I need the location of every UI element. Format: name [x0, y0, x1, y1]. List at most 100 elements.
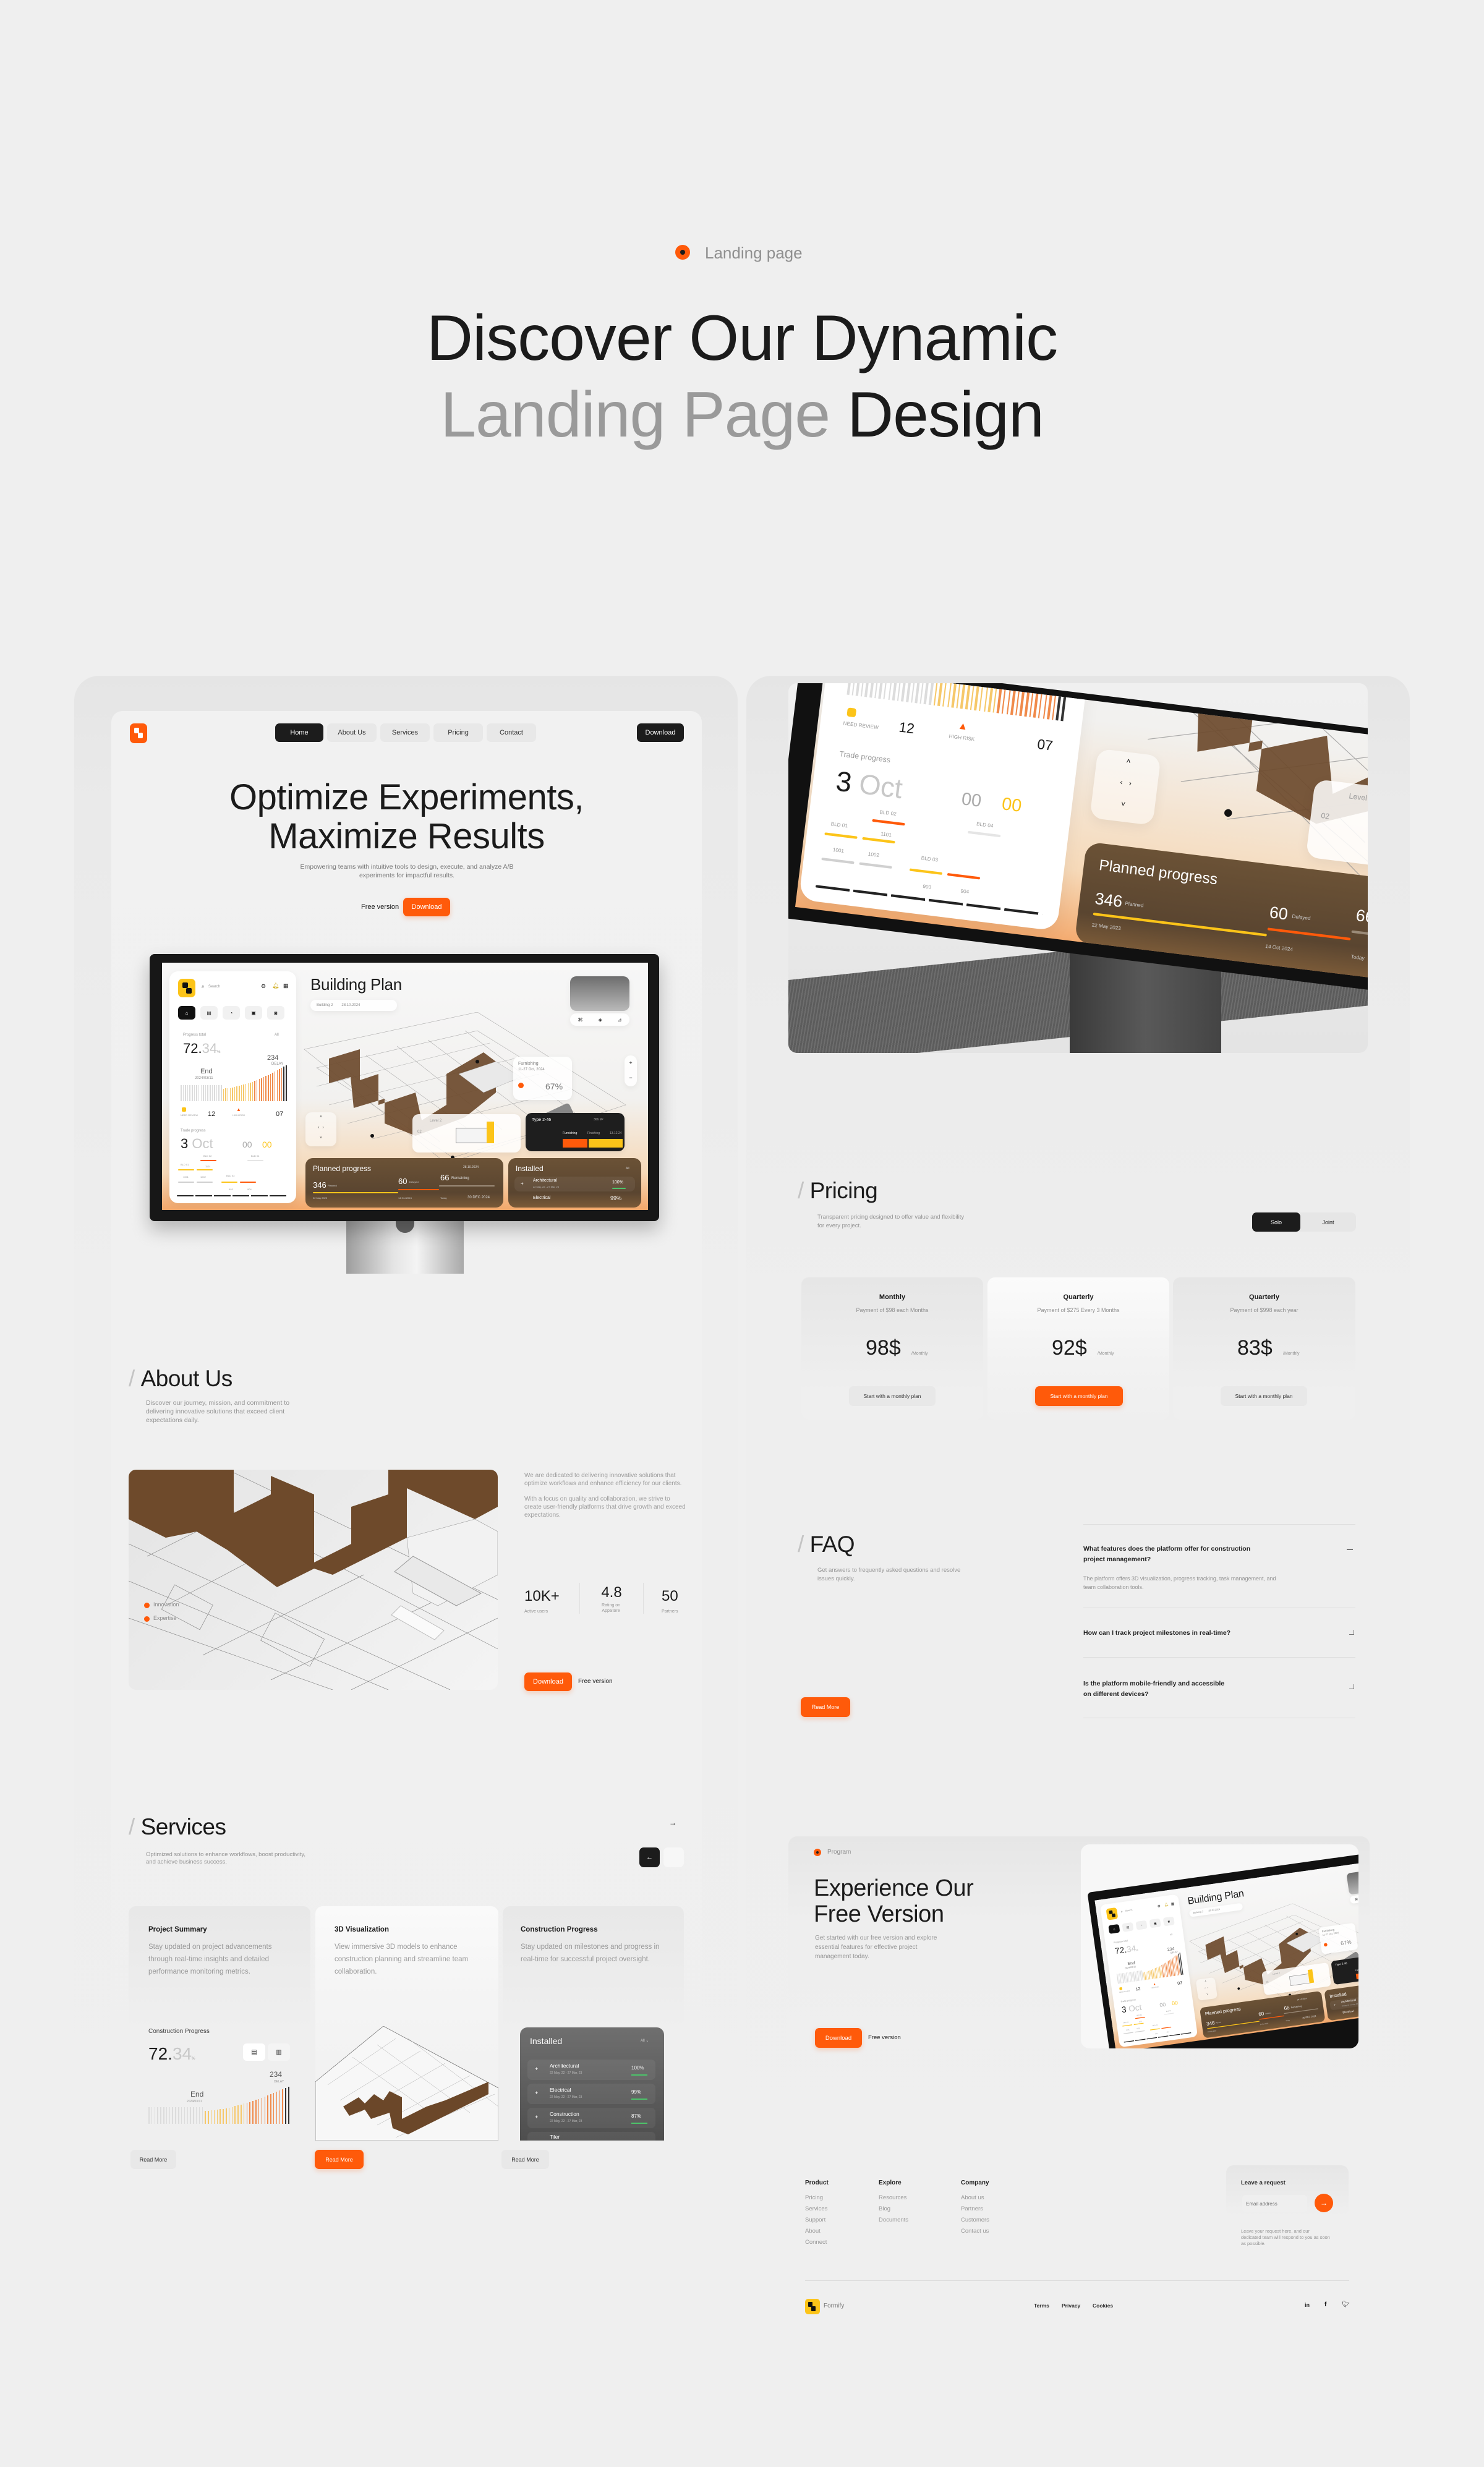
expand-icon[interactable]	[1349, 1630, 1354, 1635]
nav-about[interactable]: About Us	[327, 723, 377, 742]
settings-icon[interactable]: ⚙	[1157, 1904, 1161, 1908]
nav-contact[interactable]: Contact	[487, 723, 536, 742]
footer-link[interactable]: Services	[805, 2204, 879, 2215]
footer-link[interactable]: Connect	[805, 2237, 879, 2248]
level-card[interactable]: Level 2 02	[412, 1114, 521, 1153]
terms-link[interactable]: Terms	[1034, 2303, 1049, 2309]
date-chip[interactable]: 28.10.2024	[341, 1003, 360, 1007]
plan-card[interactable]: Quarterly Payment of $998 each year 83$ …	[1173, 1277, 1355, 1420]
panorama-thumbnail[interactable]	[570, 976, 629, 1011]
search-icon[interactable]: ⌕	[1121, 1910, 1124, 1914]
bell-icon[interactable]: 🔔︎	[1164, 1902, 1169, 1907]
building-chip[interactable]: Building 2	[317, 1003, 333, 1007]
search-icon[interactable]: ⌕	[202, 984, 204, 990]
pan-control[interactable]: ˄ ‹ › ˅	[1090, 748, 1161, 825]
footer-link[interactable]: Customers	[961, 2215, 1035, 2226]
read-more-button[interactable]: Read More	[315, 2150, 364, 2169]
bell-icon[interactable]: 🔔︎	[272, 982, 279, 989]
footer-link[interactable]: About us	[961, 2192, 1035, 2204]
installed-row[interactable]: + Architectural 22 May, 22 - 27 Mar, 23 …	[527, 2060, 655, 2080]
check-tab-icon[interactable]: ◙	[267, 1006, 284, 1020]
installed-card[interactable]: Installed All ⌄ + Architectural 22 May, …	[520, 2027, 664, 2141]
bar-chart-icon[interactable]: ▥	[268, 2043, 290, 2061]
measure-icon[interactable]: ⊿	[618, 1017, 622, 1023]
footer-link[interactable]: Resources	[879, 2192, 961, 2204]
submit-arrow-button[interactable]: →	[1315, 2194, 1333, 2212]
vr-icon[interactable]: ⌘	[578, 1017, 583, 1023]
plan-cta-button[interactable]: Start with a monthly plan	[849, 1386, 936, 1406]
chart-tab-icon[interactable]: ◔	[223, 1006, 240, 1020]
pan-control[interactable]: ˄ ‹ › ˅	[1195, 1977, 1218, 2001]
cta-download-button[interactable]: Download	[815, 2028, 862, 2048]
hero-free-version-link[interactable]: Free version	[361, 903, 399, 911]
footer-link[interactable]: Documents	[879, 2215, 961, 2226]
plan-cta-button[interactable]: Start with a monthly plan	[1035, 1386, 1123, 1406]
plan-cta-button[interactable]: Start with a monthly plan	[1221, 1386, 1307, 1406]
calendar-tab-icon[interactable]: ▤	[1122, 1922, 1134, 1932]
expand-icon[interactable]	[1349, 1684, 1354, 1689]
plan-card[interactable]: Monthly Payment of $98 each Months 98$ /…	[801, 1277, 983, 1420]
nav-home[interactable]: Home	[275, 723, 323, 742]
linkedin-icon[interactable]: in	[1305, 2302, 1310, 2308]
nav-download-button[interactable]: Download	[637, 723, 684, 742]
installed-row[interactable]: Tiler	[527, 2132, 655, 2141]
toggle-solo[interactable]: Solo	[1252, 1212, 1300, 1232]
footer-link[interactable]: Contact us	[961, 2226, 1035, 2237]
collapse-icon[interactable]	[1347, 1549, 1353, 1550]
email-input[interactable]	[1242, 2195, 1307, 2212]
chart-tab-icon[interactable]: ◔	[1135, 1920, 1148, 1930]
installed-panel[interactable]: Installed All + Architectural 22 May, 22…	[508, 1158, 641, 1208]
check-tab-icon[interactable]: ◙	[1162, 1916, 1175, 1927]
dashboard-search[interactable]: Search	[1125, 1909, 1132, 1912]
nav-pricing[interactable]: Pricing	[433, 723, 483, 742]
about-free-version-link[interactable]: Free version	[578, 1678, 613, 1685]
furnishing-card[interactable]: Furnishing 11-27 Oct, 2024 67%	[1318, 1922, 1358, 1954]
faq-question[interactable]: How can I track project milestones in re…	[1083, 1629, 1318, 1637]
faq-question[interactable]: What features does the platform offer fo…	[1083, 1544, 1256, 1565]
settings-icon[interactable]: ⚙	[261, 983, 266, 990]
grid-icon[interactable]: ▦	[1171, 1902, 1174, 1906]
date-chip[interactable]: 28.10.2024	[1208, 1908, 1220, 1912]
plan-card-highlighted[interactable]: Quarterly Payment of $275 Every 3 Months…	[987, 1277, 1169, 1420]
building-chip[interactable]: Building 2	[1193, 1911, 1204, 1914]
cookies-link[interactable]: Cookies	[1093, 2303, 1113, 2309]
cube-icon[interactable]: ◈	[599, 1017, 602, 1023]
installed-row[interactable]: + Electrical 22 May, 22 - 27 Mar, 23 99%	[527, 2084, 655, 2104]
twitter-icon[interactable]: 🐦︎	[1342, 2301, 1350, 2308]
footer-link[interactable]: About	[805, 2226, 879, 2237]
read-more-button[interactable]: Read More	[501, 2150, 549, 2169]
calendar-icon[interactable]: ▤	[243, 2043, 265, 2061]
calendar-tab-icon[interactable]: ▤	[200, 1006, 218, 1020]
faq-question[interactable]: Is the platform mobile-friendly and acce…	[1083, 1679, 1232, 1700]
installed-filter[interactable]: All ⌄	[641, 2039, 649, 2043]
dashboard-search[interactable]: Search	[208, 985, 220, 989]
cta-free-version-link[interactable]: Free version	[868, 2034, 901, 2041]
planned-progress-panel[interactable]: Planned progress 28.10.2024 346 Planned …	[305, 1158, 503, 1208]
hero-download-button[interactable]: Download	[403, 898, 450, 916]
footer-link[interactable]: Support	[805, 2215, 879, 2226]
progress-filter[interactable]: All	[275, 1033, 279, 1037]
pan-control[interactable]: ˄ ‹ › ˅	[305, 1112, 336, 1146]
facebook-icon[interactable]: f	[1324, 2301, 1326, 2308]
arrow-right-icon[interactable]: →	[669, 1818, 676, 1827]
toggle-joint[interactable]: Joint	[1302, 1212, 1355, 1232]
type-card[interactable]: Type 2-46 366 M² Furnishing Finishing 13…	[526, 1113, 625, 1151]
panorama-thumbnail[interactable]	[1346, 1868, 1358, 1895]
next-slide-button[interactable]	[663, 1847, 684, 1867]
progress-filter[interactable]: All	[1170, 1933, 1173, 1936]
furnishing-card[interactable]: Furnishing 11-27 Oct, 2024 67%	[513, 1057, 572, 1100]
zoom-controls[interactable]: + −	[625, 1055, 637, 1086]
privacy-link[interactable]: Privacy	[1062, 2303, 1080, 2309]
faq-read-more-button[interactable]: Read More	[801, 1697, 850, 1717]
read-more-button[interactable]: Read More	[130, 2150, 176, 2169]
footer-link[interactable]: Partners	[961, 2204, 1035, 2215]
footer-link[interactable]: Blog	[879, 2204, 961, 2215]
about-download-button[interactable]: Download	[524, 1672, 572, 1691]
prev-slide-button[interactable]: ←	[639, 1847, 660, 1867]
service-card-construction[interactable]	[503, 1906, 684, 2030]
map-tab-icon[interactable]: ▣	[245, 1006, 262, 1020]
grid-icon[interactable]: ▦	[283, 982, 289, 989]
installed-row[interactable]: + Construction 22 May, 22 - 27 Mar, 23 8…	[527, 2108, 655, 2128]
nav-services[interactable]: Services	[380, 723, 430, 742]
logo[interactable]	[130, 723, 147, 743]
